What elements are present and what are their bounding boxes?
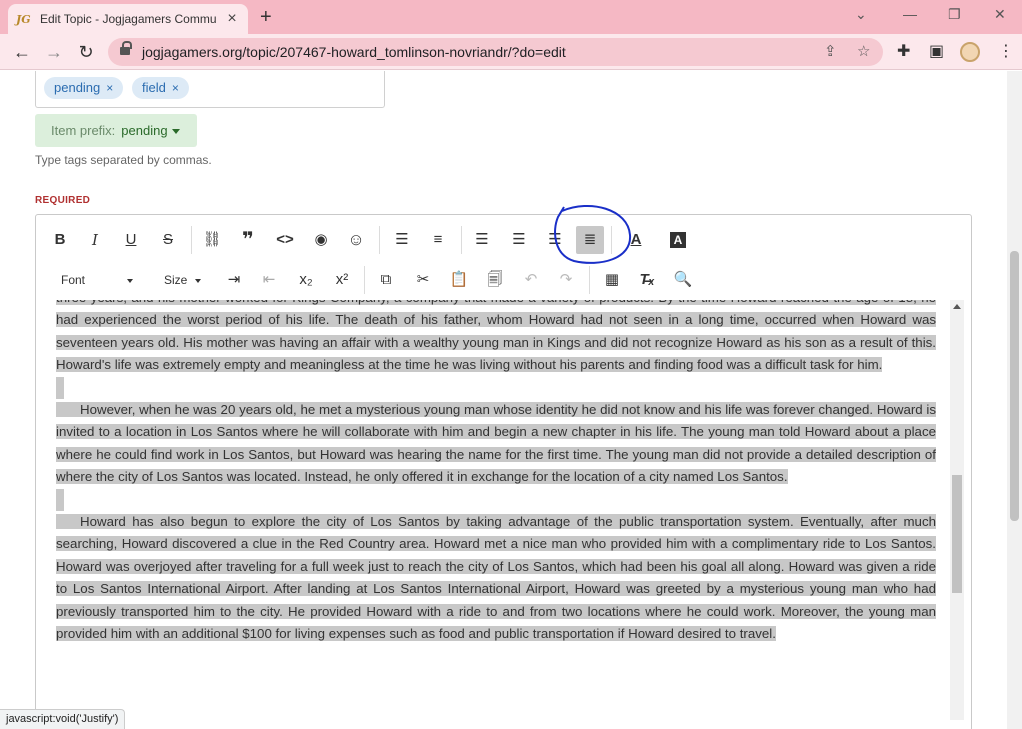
lock-icon[interactable] xyxy=(120,41,132,57)
menu-kebab-icon[interactable]: ⋮ xyxy=(998,42,1014,62)
rich-text-editor: B I U S ⛓ ❞ <> ◉ ☺ ☰ ≡ ☰ ☰ ☰ ≣ A A Font … xyxy=(35,204,972,729)
restore-button[interactable]: ❐ xyxy=(948,4,961,24)
close-window-button[interactable]: ✕ xyxy=(994,4,1006,24)
editor-scroll-thumb[interactable] xyxy=(952,475,962,593)
chevron-down-icon xyxy=(195,278,202,283)
bulleted-list-icon[interactable]: ☰ xyxy=(388,226,416,254)
tag-chip[interactable]: field × xyxy=(132,77,189,99)
reload-icon[interactable]: ↻ xyxy=(74,40,98,64)
minimize-button[interactable]: — xyxy=(903,4,917,24)
subscript-icon[interactable]: x₂ xyxy=(292,266,320,294)
share-icon[interactable]: ⇪ xyxy=(824,42,837,62)
paragraph-text: three years, and his mother worked for K… xyxy=(56,300,936,373)
paste-icon[interactable]: 📋 xyxy=(445,266,473,294)
profile-avatar[interactable] xyxy=(960,42,980,62)
chevron-down-icon xyxy=(127,278,134,283)
superscript-icon[interactable]: x² xyxy=(328,266,356,294)
numbered-list-icon[interactable]: ≡ xyxy=(424,226,452,254)
prefix-value: pending xyxy=(121,123,168,138)
browser-toolbar: ← → ↻ jogjagamers.org/topic/207467-howar… xyxy=(0,34,1022,70)
emoji-icon[interactable]: ☺ xyxy=(342,226,370,254)
align-center-icon[interactable]: ☰ xyxy=(505,226,533,254)
tags-input[interactable]: pending × field × xyxy=(35,71,385,108)
editor-content[interactable]: three years, and his mother worked for K… xyxy=(56,300,936,720)
paragraph: three years, and his mother worked for K… xyxy=(56,300,936,377)
find-icon[interactable]: 🔍 xyxy=(669,266,697,294)
page-scroll-thumb[interactable] xyxy=(1010,251,1019,521)
editor-scrollbar[interactable] xyxy=(950,300,964,720)
status-bar: javascript:void('Justify') xyxy=(0,709,126,729)
paragraph: However, when he was 20 years old, he me… xyxy=(56,399,936,489)
code-icon[interactable]: <> xyxy=(271,226,299,254)
paste-plain-icon[interactable]: 🗐 xyxy=(481,266,509,294)
tab-title: Edit Topic - Jogjagamers Commu xyxy=(40,12,217,26)
align-left-icon[interactable]: ☰ xyxy=(468,226,496,254)
toolbar-separator xyxy=(461,226,462,254)
link-icon[interactable]: ⛓ xyxy=(198,226,226,254)
chevron-down-icon xyxy=(171,129,180,135)
browser-tab-strip: JG Edit Topic - Jogjagamers Commu × + ⌄ … xyxy=(0,0,1022,34)
extensions-puzzle-icon[interactable]: ✚ xyxy=(897,42,910,62)
paragraph-text: Howard has also begun to explore the cit… xyxy=(56,514,936,642)
copy-icon[interactable]: ⧉ xyxy=(372,266,400,294)
strikethrough-icon[interactable]: S xyxy=(154,226,182,254)
annotation-circle xyxy=(554,204,632,264)
toolbar-separator xyxy=(364,266,365,294)
tag-remove-icon[interactable]: × xyxy=(172,81,179,95)
required-label: REQUIRED xyxy=(35,195,91,206)
address-bar[interactable]: jogjagamers.org/topic/207467-howard_toml… xyxy=(108,38,883,66)
size-dropdown[interactable]: Size xyxy=(164,266,202,294)
tag-label: pending xyxy=(54,80,101,95)
outdent-icon[interactable]: ⇤ xyxy=(255,266,283,294)
side-panel-icon[interactable]: ▣ xyxy=(929,42,944,62)
cut-icon[interactable]: ✂ xyxy=(409,266,437,294)
bold-icon[interactable]: B xyxy=(46,226,74,254)
back-arrow-icon[interactable]: ← xyxy=(10,40,34,64)
bookmark-star-icon[interactable]: ☆ xyxy=(857,42,870,62)
tag-chip[interactable]: pending × xyxy=(44,77,124,99)
font-label: Font xyxy=(61,273,86,287)
tab-close-icon[interactable]: × xyxy=(224,11,240,27)
font-dropdown[interactable]: Font xyxy=(61,266,134,294)
toolbar-separator xyxy=(191,226,192,254)
underline-icon[interactable]: U xyxy=(117,226,145,254)
tag-remove-icon[interactable]: × xyxy=(106,81,113,95)
tag-label: field xyxy=(142,80,166,95)
italic-icon[interactable]: I xyxy=(81,226,109,254)
scroll-up-icon[interactable] xyxy=(953,304,961,309)
tags-hint: Type tags separated by commas. xyxy=(35,153,212,167)
paragraph: Howard has also begun to explore the cit… xyxy=(56,511,936,645)
undo-icon[interactable]: ↶ xyxy=(517,266,545,294)
prefix-label: Item prefix: xyxy=(51,123,116,138)
quote-icon[interactable]: ❞ xyxy=(234,226,262,254)
new-tab-button[interactable]: + xyxy=(260,4,272,30)
site-favicon-icon: JG xyxy=(16,12,31,26)
blank-line xyxy=(56,488,64,512)
indent-icon[interactable]: ⇥ xyxy=(220,266,248,294)
tab-search-icon[interactable]: ⌄ xyxy=(855,4,867,24)
remove-format-icon[interactable]: T̶ₓ xyxy=(633,266,661,294)
browser-tab-active[interactable]: JG Edit Topic - Jogjagamers Commu × xyxy=(8,4,248,34)
page-scrollbar[interactable] xyxy=(1007,71,1022,729)
page-content: pending × field × Item prefix: pending Type… xyxy=(0,71,1007,729)
preview-eye-icon[interactable]: ◉ xyxy=(307,226,335,254)
toolbar-separator xyxy=(379,226,380,254)
url-text[interactable]: jogjagamers.org/topic/207467-howard_toml… xyxy=(142,44,566,60)
paragraph-text: However, when he was 20 years old, he me… xyxy=(56,402,936,485)
background-color-icon[interactable]: A xyxy=(670,232,686,248)
forward-arrow-icon[interactable]: → xyxy=(42,40,66,64)
item-prefix-select[interactable]: Item prefix: pending xyxy=(35,114,197,147)
size-label: Size xyxy=(164,273,188,287)
blank-line xyxy=(56,376,64,400)
